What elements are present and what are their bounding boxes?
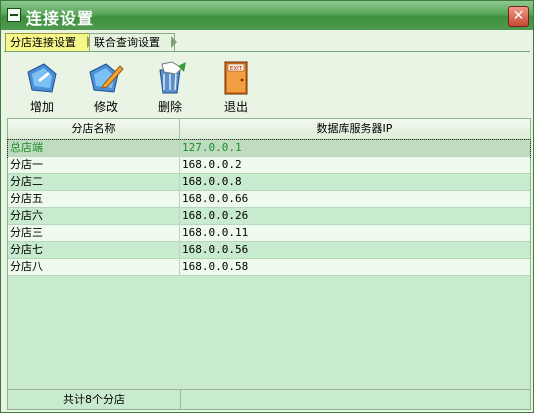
tab-arrow-icon [171, 36, 177, 48]
server-ip-cell: 168.0.0.56 [182, 243, 249, 256]
exit-button[interactable]: EXIT 退出 [211, 56, 261, 115]
branch-name-cell: 分店一 [10, 158, 43, 171]
close-button[interactable]: ✕ [508, 6, 529, 27]
branch-name-cell: 总店端 [10, 141, 43, 154]
branch-name-cell: 分店二 [10, 175, 43, 188]
table-row[interactable]: 分店六 168.0.0.26 [8, 208, 530, 225]
add-icon [24, 60, 60, 96]
table-header: 分店名称 数据库服务器IP [8, 119, 530, 140]
table-footer: 共计8个分店 [8, 389, 530, 409]
delete-label: 删除 [157, 100, 182, 114]
column-separator [179, 208, 180, 224]
branch-table: 分店名称 数据库服务器IP 总店端 127.0.0.1 分店一 168.0.0.… [7, 118, 531, 410]
branch-name-cell: 分店七 [10, 243, 43, 256]
column-separator [179, 242, 180, 258]
server-ip-cell: 168.0.0.11 [182, 226, 249, 239]
server-ip-cell: 168.0.0.2 [182, 158, 242, 171]
branch-count-summary: 共计8个分店 [8, 390, 181, 409]
table-row[interactable]: 分店八 168.0.0.58 [8, 259, 530, 276]
edit-label: 修改 [93, 100, 118, 114]
table-row[interactable]: 分店五 168.0.0.66 [8, 191, 530, 208]
exit-label: 退出 [223, 100, 248, 114]
server-ip-cell: 168.0.0.26 [182, 209, 249, 222]
server-ip-cell: 168.0.0.58 [182, 260, 249, 273]
tab-label: 联合查询设置 [94, 36, 160, 49]
column-separator [179, 140, 180, 156]
edit-icon [88, 60, 124, 96]
tab-branch-connection[interactable]: 分店连接设置 [5, 33, 91, 51]
server-ip-cell: 127.0.0.1 [182, 141, 242, 154]
delete-button[interactable]: 删除 [145, 56, 195, 115]
window-title: 连接设置 [26, 9, 95, 28]
column-separator [179, 191, 180, 207]
column-header-branch-name[interactable]: 分店名称 [8, 119, 180, 139]
add-label: 增加 [29, 100, 54, 114]
delete-icon [152, 60, 188, 96]
branch-name-cell: 分店三 [10, 226, 43, 239]
branch-name-cell: 分店六 [10, 209, 43, 222]
tab-joint-query[interactable]: 联合查询设置 [89, 33, 175, 51]
table-row[interactable]: 分店二 168.0.0.8 [8, 174, 530, 191]
server-ip-cell: 168.0.0.8 [182, 175, 242, 188]
connection-settings-window: 连接设置 ✕ 分店连接设置 联合查询设置 增加 修改 删除 EXIT 退出 分店… [0, 0, 534, 413]
branch-name-cell: 分店五 [10, 192, 43, 205]
edit-button[interactable]: 修改 [81, 56, 131, 115]
title-bar[interactable]: 连接设置 ✕ [1, 1, 533, 30]
table-row[interactable]: 分店三 168.0.0.11 [8, 225, 530, 242]
exit-door-icon: EXIT [218, 60, 254, 96]
tab-divider [4, 51, 530, 52]
system-menu-icon[interactable] [7, 8, 21, 22]
column-separator [179, 174, 180, 190]
column-header-server-ip[interactable]: 数据库服务器IP [180, 119, 529, 139]
exit-sign-text: EXIT [230, 66, 243, 72]
column-separator [179, 259, 180, 275]
table-row[interactable]: 分店一 168.0.0.2 [8, 157, 530, 174]
add-button[interactable]: 增加 [17, 56, 67, 115]
table-body: 总店端 127.0.0.1 分店一 168.0.0.2 分店二 168.0.0.… [7, 139, 531, 276]
column-separator [179, 157, 180, 173]
table-row[interactable]: 总店端 127.0.0.1 [7, 139, 531, 158]
table-row[interactable]: 分店七 168.0.0.56 [8, 242, 530, 259]
column-separator [179, 225, 180, 241]
toolbar: 增加 修改 删除 EXIT 退出 [5, 56, 531, 114]
server-ip-cell: 168.0.0.66 [182, 192, 249, 205]
tab-label: 分店连接设置 [10, 36, 76, 49]
branch-name-cell: 分店八 [10, 260, 43, 273]
